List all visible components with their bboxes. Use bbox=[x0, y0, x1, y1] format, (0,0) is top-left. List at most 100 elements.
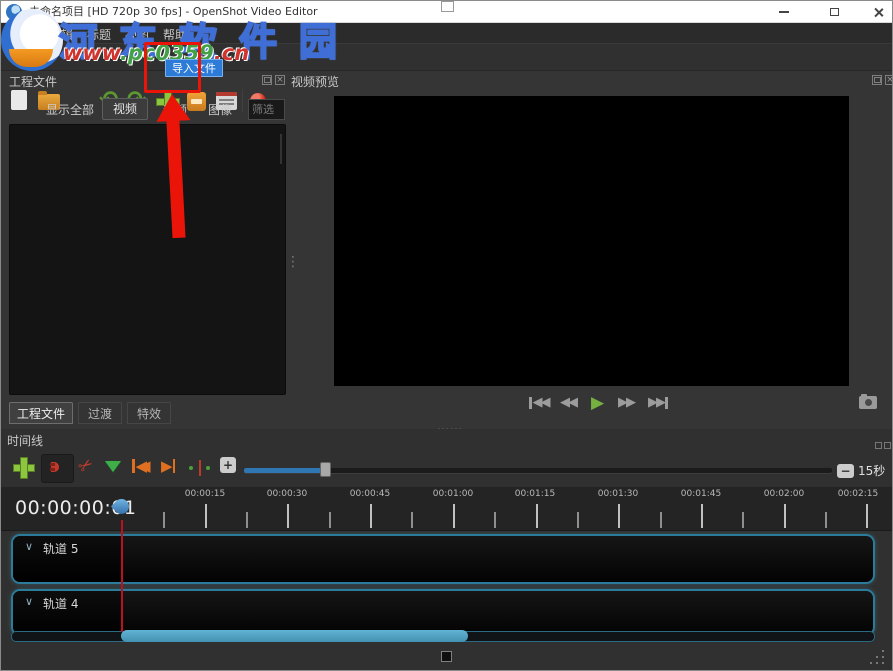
ruler-tick-minor bbox=[411, 512, 413, 528]
previous-marker-button[interactable]: ◀◀ bbox=[131, 457, 143, 475]
jump-end-icon bbox=[665, 397, 668, 409]
timeline-title: 时间线 bbox=[7, 432, 43, 449]
tab-effects[interactable]: 特效 bbox=[127, 402, 171, 424]
ruler-label: 00:00:45 bbox=[344, 489, 396, 499]
track-label: 轨道 4 bbox=[43, 595, 78, 612]
ruler-tick-major bbox=[701, 504, 703, 528]
track-label: 轨道 5 bbox=[43, 540, 78, 557]
ruler-tick-minor bbox=[742, 512, 744, 528]
ruler-tick-major bbox=[287, 504, 289, 528]
filter-image-button[interactable]: 图像 bbox=[204, 100, 236, 120]
close-icon bbox=[873, 7, 884, 18]
ruler-label: 00:01:15 bbox=[509, 489, 561, 499]
annotation-arrow-shaft bbox=[166, 119, 185, 239]
project-files-list[interactable] bbox=[9, 124, 286, 395]
menu-edit[interactable]: 编辑 bbox=[49, 26, 73, 43]
window-title: 未命名项目 [HD 720p 30 fps] - OpenShot Video … bbox=[29, 1, 318, 23]
new-project-icon[interactable] bbox=[11, 90, 27, 110]
menu-file[interactable]: 文件 bbox=[11, 26, 35, 43]
fast-forward-button[interactable]: ▶▶ bbox=[618, 395, 634, 410]
center-playhead-icon[interactable] bbox=[189, 459, 211, 477]
rewind-button[interactable]: ◀◀ bbox=[560, 395, 576, 410]
timeline-scrollbar-handle[interactable] bbox=[121, 630, 468, 642]
files-scrollbar[interactable] bbox=[280, 134, 282, 164]
ruler-label: 00:02:00 bbox=[758, 489, 810, 499]
chevron-down-icon[interactable]: ∨ bbox=[25, 540, 33, 553]
video-preview-screen bbox=[334, 96, 849, 386]
ruler-tick-major bbox=[866, 504, 868, 528]
camera-icon[interactable] bbox=[859, 396, 877, 409]
track-header[interactable]: ∨ 轨道 5 bbox=[13, 536, 123, 582]
preview-panel-close-icon[interactable]: × bbox=[885, 75, 893, 85]
main-toolbar: ↶ ↷ bbox=[1, 43, 893, 71]
tab-transitions[interactable]: 过渡 bbox=[78, 402, 122, 424]
screenshot-artifact-top bbox=[441, 1, 454, 12]
snapping-toggle-button[interactable] bbox=[41, 454, 74, 483]
ruler-label: 00:00:15 bbox=[179, 489, 231, 499]
ruler-tick-minor bbox=[163, 512, 165, 528]
timeline-undock-icon[interactable] bbox=[875, 442, 882, 449]
project-panel-undock-icon[interactable] bbox=[262, 75, 272, 85]
filter-video-button[interactable]: 视频 bbox=[102, 98, 148, 120]
minimize-icon bbox=[779, 11, 789, 13]
zoom-out-icon[interactable]: − bbox=[837, 464, 854, 478]
ruler-tick-major bbox=[370, 504, 372, 528]
timeline-zoom-slider-handle[interactable] bbox=[320, 462, 331, 477]
maximize-icon bbox=[830, 8, 839, 16]
annotation-arrow-head bbox=[155, 93, 190, 122]
track-row-5[interactable]: ∨ 轨道 5 bbox=[11, 534, 875, 584]
timeline-zoom-slider[interactable] bbox=[244, 468, 832, 473]
ruler-label: 00:00:30 bbox=[261, 489, 313, 499]
magnet-icon bbox=[51, 462, 59, 472]
ruler-tick-major bbox=[205, 504, 207, 528]
ruler-tick-minor bbox=[494, 512, 496, 528]
app-logo-icon bbox=[6, 4, 22, 20]
ruler-tick-minor bbox=[660, 512, 662, 528]
preview-panel-undock-icon[interactable] bbox=[872, 75, 882, 85]
close-button[interactable] bbox=[862, 1, 893, 23]
menu-help[interactable]: 帮助 bbox=[163, 26, 187, 43]
timeline-close-icon[interactable] bbox=[884, 442, 891, 449]
window-resize-grip[interactable] bbox=[870, 650, 886, 666]
panel-splitter-vertical[interactable]: ⋮ bbox=[286, 254, 300, 270]
menu-bar: 文件 编辑 标题 视图 帮助 bbox=[1, 23, 893, 43]
timeline-ruler[interactable]: 00:00:00:01 00:00:15 00:00:30 00:00:45 0… bbox=[1, 487, 893, 531]
openshot-window: 未命名项目 [HD 720p 30 fps] - OpenShot Video … bbox=[0, 0, 893, 671]
toolbar-separator bbox=[242, 89, 243, 112]
playhead-line bbox=[121, 520, 123, 632]
tab-project-files[interactable]: 工程文件 bbox=[9, 402, 73, 424]
preview-panel-title: 视频预览 bbox=[291, 73, 339, 90]
track-row-4[interactable]: ∨ 轨道 4 bbox=[11, 589, 875, 636]
jump-to-start-button[interactable]: ◀◀ bbox=[528, 395, 549, 410]
jump-start-icon bbox=[529, 397, 532, 409]
jump-to-end-button[interactable]: ▶▶ bbox=[648, 395, 669, 410]
annotation-highlight-box bbox=[144, 42, 201, 93]
minimize-button[interactable] bbox=[768, 1, 800, 23]
menu-title[interactable]: 标题 bbox=[87, 26, 111, 43]
play-button[interactable]: ▶ bbox=[591, 393, 604, 413]
timeline-zoom-level: 15秒 bbox=[858, 462, 885, 479]
filter-input[interactable] bbox=[248, 99, 285, 120]
ruler-tick-major bbox=[784, 504, 786, 528]
add-marker-icon[interactable] bbox=[105, 461, 121, 472]
maximize-button[interactable] bbox=[818, 1, 850, 23]
screenshot-artifact-bottom bbox=[441, 651, 452, 662]
timeline-zoom-slider-fill bbox=[244, 468, 324, 473]
ruler-label: 00:01:00 bbox=[427, 489, 479, 499]
zoom-in-icon[interactable]: + bbox=[220, 457, 236, 473]
menu-view[interactable]: 视图 bbox=[125, 26, 149, 43]
next-marker-button[interactable]: ▶ bbox=[161, 457, 176, 475]
add-track-button[interactable] bbox=[14, 458, 34, 478]
project-panel-title: 工程文件 bbox=[9, 73, 57, 90]
ruler-tick-minor bbox=[329, 512, 331, 528]
ruler-label: 00:01:45 bbox=[675, 489, 727, 499]
ruler-tick-major bbox=[536, 504, 538, 528]
ruler-tick-major bbox=[618, 504, 620, 528]
project-panel-close-icon[interactable]: × bbox=[275, 75, 285, 85]
ruler-label: 00:01:30 bbox=[592, 489, 644, 499]
track-header[interactable]: ∨ 轨道 4 bbox=[13, 591, 123, 634]
chevron-down-icon[interactable]: ∨ bbox=[25, 595, 33, 608]
filter-show-all-button[interactable]: 显示全部 bbox=[42, 100, 98, 120]
ruler-tick-minor bbox=[577, 512, 579, 528]
ruler-tick-major bbox=[453, 504, 455, 528]
